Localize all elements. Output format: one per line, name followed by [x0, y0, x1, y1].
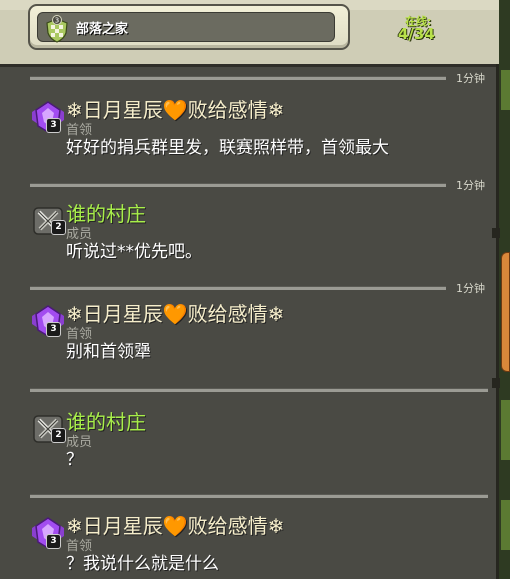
message-text: 别和首领犟: [66, 342, 151, 362]
message-separator: [30, 286, 446, 290]
message-time: 1分钟: [456, 72, 485, 85]
message-separator: [30, 183, 446, 187]
checkered-shield-icon: 3: [46, 15, 68, 43]
rank-level-badge: 3: [46, 534, 61, 549]
clan-chat-screen: 3 部落之家 在线: 4/34 1分钟 3 ❄日月星辰🧡败给感情❄ 首领 好好的…: [0, 0, 510, 579]
message-text: 听说过**优先吧。: [66, 242, 202, 262]
rank-level-badge: 2: [51, 428, 66, 443]
sender-name[interactable]: ❄日月星辰🧡败给感情❄: [66, 510, 284, 539]
message-time: 1分钟: [456, 179, 485, 192]
message-separator: [30, 494, 488, 498]
sender-name[interactable]: ❄日月星辰🧡败给感情❄: [66, 298, 284, 327]
message-separator: [30, 388, 488, 392]
message-time: 1分钟: [456, 282, 485, 295]
chat-collapse-tab[interactable]: [501, 252, 510, 372]
message-separator: [30, 76, 446, 80]
sender-name[interactable]: ❄日月星辰🧡败给感情❄: [66, 94, 284, 123]
chat-header: 3 部落之家 在线: 4/34: [0, 0, 510, 67]
message-text: 好好的捐兵群里发，联赛照样带，首领最大: [66, 138, 389, 158]
message-text: ？: [66, 450, 83, 470]
panel-notch: [492, 378, 500, 388]
clan-tab[interactable]: 3 部落之家: [28, 4, 350, 50]
rank-level-badge: 3: [46, 118, 61, 133]
clan-name: 部落之家: [76, 22, 129, 37]
online-count: 4/34: [398, 25, 435, 43]
rank-level-badge: 3: [46, 322, 61, 337]
clan-tab-inner: 3 部落之家: [37, 12, 335, 43]
panel-notch: [492, 228, 500, 238]
clan-level: 3: [55, 17, 59, 25]
message-text: ？我说什么就是什么: [66, 554, 219, 574]
rank-level-badge: 2: [51, 220, 66, 235]
